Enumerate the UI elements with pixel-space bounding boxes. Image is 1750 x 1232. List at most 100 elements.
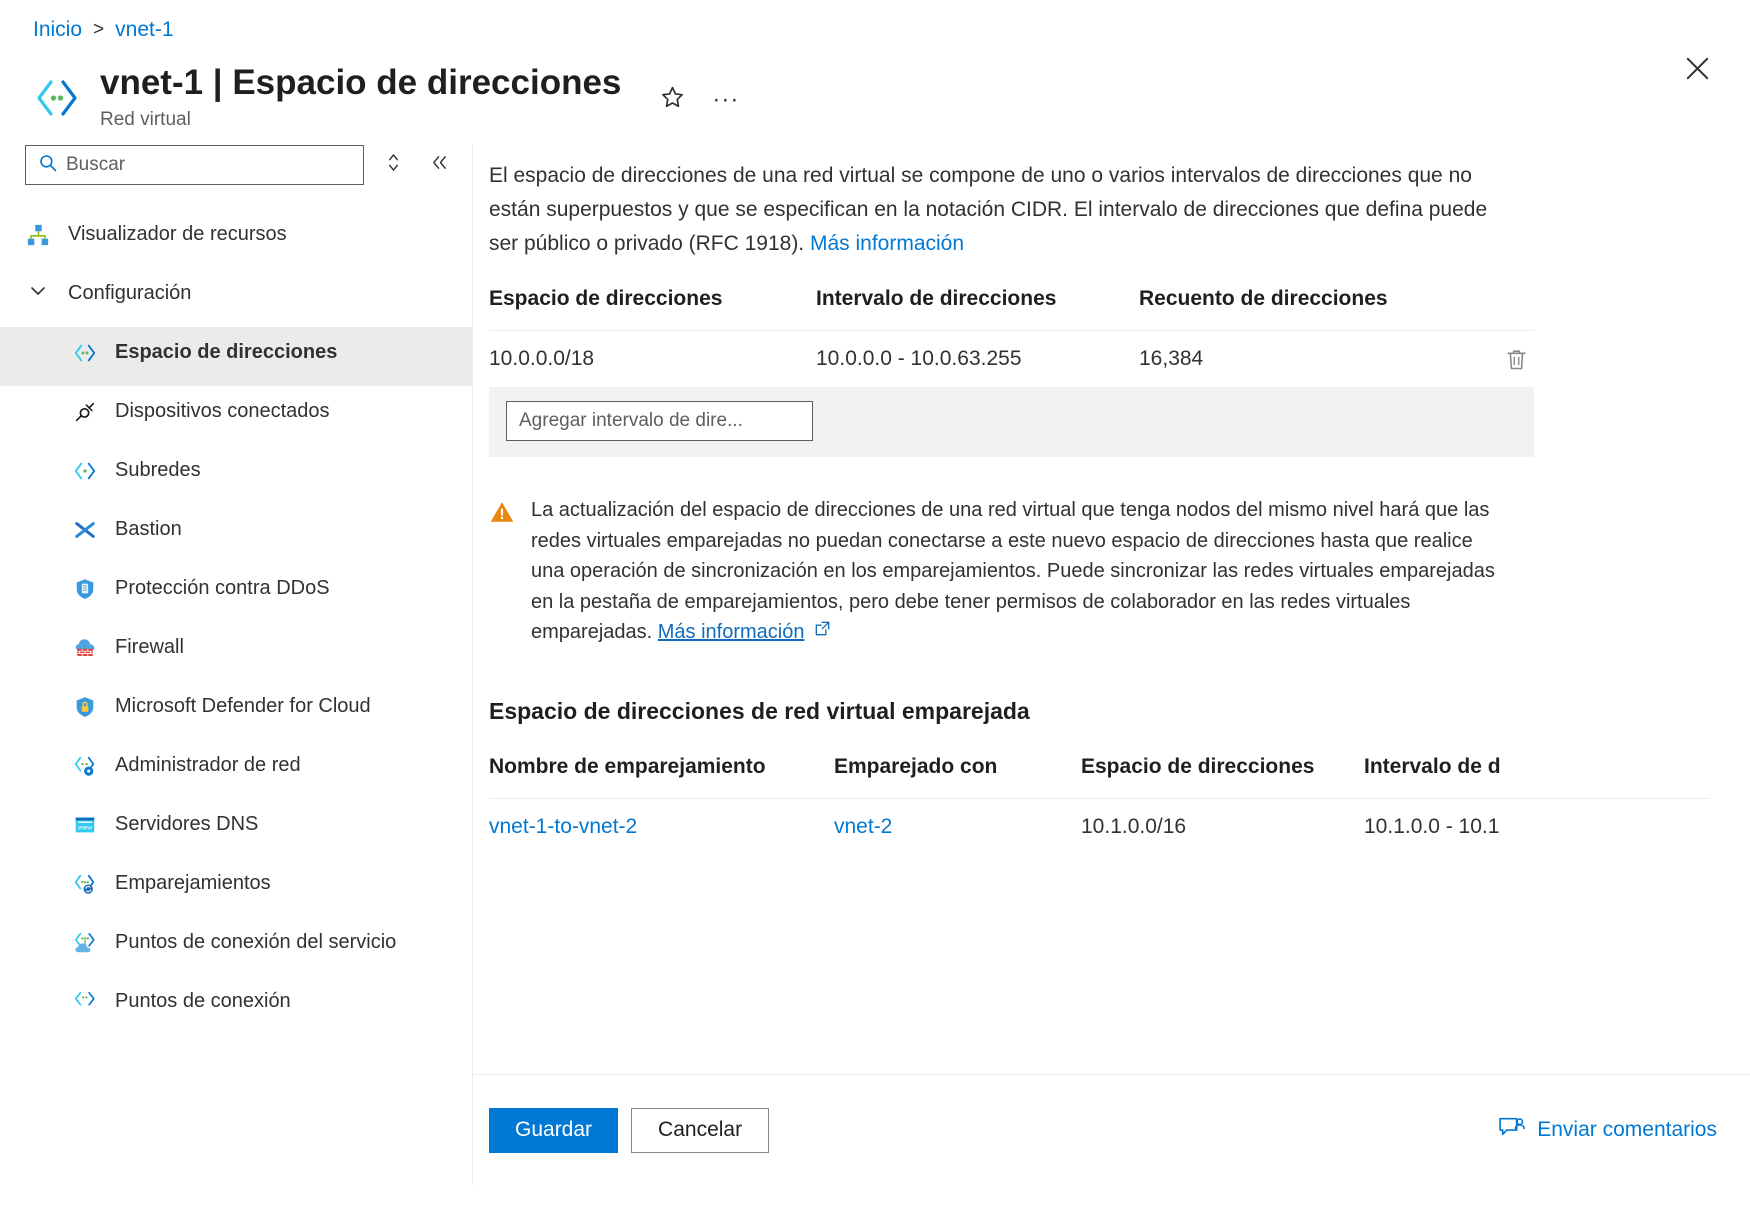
description-learn-more-link[interactable]: Más información xyxy=(810,232,964,255)
double-chevron-left-icon[interactable] xyxy=(423,147,456,184)
bastion-icon xyxy=(72,517,98,543)
subnets-icon xyxy=(72,458,98,484)
sidebar-item-label: Microsoft Defender for Cloud xyxy=(115,692,371,720)
column-header-peered-address-space: Espacio de direcciones xyxy=(1081,755,1364,779)
connected-devices-icon xyxy=(72,399,98,425)
column-header-address-space: Espacio de direcciones xyxy=(489,287,816,311)
address-space-table: Espacio de direcciones Intervalo de dire… xyxy=(489,287,1534,457)
sidebar-item-label: Visualizador de recursos xyxy=(68,220,287,248)
feedback-label: Enviar comentarios xyxy=(1537,1118,1717,1142)
sidebar-item-label: Puntos de conexión xyxy=(115,987,291,1015)
breadcrumb: Inicio > vnet-1 xyxy=(0,0,1750,42)
cell-address-count: 16,384 xyxy=(1139,347,1439,371)
column-header-actions xyxy=(1439,287,1534,311)
sidebar-item-label: Protección contra DDoS xyxy=(115,574,330,602)
sidebar-item-administrador-de-red[interactable]: Administrador de red xyxy=(0,740,472,799)
sidebar-item-label: Firewall xyxy=(115,633,184,661)
search-box[interactable] xyxy=(25,145,364,185)
address-space-description: El espacio de direcciones de una red vir… xyxy=(489,159,1499,261)
close-icon[interactable] xyxy=(1673,48,1722,95)
firewall-icon xyxy=(72,635,98,661)
sidebar-item-subredes[interactable]: Subredes xyxy=(0,445,472,504)
search-icon xyxy=(38,153,58,178)
page-subtitle: Red virtual xyxy=(100,109,621,131)
address-space-table-header: Espacio de direcciones Intervalo de dire… xyxy=(489,287,1534,330)
sidebar-item-label: Emparejamientos xyxy=(115,869,271,897)
cell-address-range: 10.0.0.0 - 10.0.63.255 xyxy=(816,347,1139,371)
cell-peering-name: vnet-1-to-vnet-2 xyxy=(489,815,834,839)
save-button[interactable]: Guardar xyxy=(489,1108,618,1153)
cancel-button[interactable]: Cancelar xyxy=(631,1108,769,1153)
peered-table-header: Nombre de emparejamiento Emparejado con … xyxy=(489,755,1710,798)
sidebar-item-firewall[interactable]: Firewall xyxy=(0,622,472,681)
column-header-address-range: Intervalo de direcciones xyxy=(816,287,1139,311)
cell-peered-address-range: 10.1.0.0 - 10.1 xyxy=(1364,815,1624,839)
column-header-peering-name: Nombre de emparejamiento xyxy=(489,755,834,779)
warning-learn-more-link[interactable]: Más información xyxy=(658,621,805,643)
body: Visualizador de recursos Configuración xyxy=(0,145,1750,1185)
column-header-peered-address-range: Intervalo de d xyxy=(1364,755,1624,779)
sidebar-item-microsoft-defender-for-cloud[interactable]: Microsoft Defender for Cloud xyxy=(0,681,472,740)
chevron-down-icon xyxy=(25,281,51,301)
sidebar-item-label: Espacio de direcciones xyxy=(115,338,337,366)
cell-peered-address-space: 10.1.0.0/16 xyxy=(1081,815,1364,839)
breadcrumb-separator: > xyxy=(93,19,104,41)
sidebar-item-emparejamientos[interactable]: Emparejamientos xyxy=(0,858,472,917)
sidebar-item-resource-visualizer[interactable]: Visualizador de recursos xyxy=(0,209,472,268)
main-content: El espacio de direcciones de una red vir… xyxy=(473,145,1750,1185)
star-icon[interactable] xyxy=(653,80,692,119)
action-bar: Guardar Cancelar Enviar comentarios xyxy=(473,1074,1750,1185)
svg-text:www: www xyxy=(77,825,92,832)
peered-with-link[interactable]: vnet-2 xyxy=(834,815,892,838)
sort-icon[interactable] xyxy=(378,146,409,185)
sidebar-item-proteccion-contra-ddos[interactable]: Protección contra DDoS xyxy=(0,563,472,622)
title-actions: ··· xyxy=(653,80,745,119)
breadcrumb-home-link[interactable]: Inicio xyxy=(33,18,82,42)
sidebar-item-bastion[interactable]: Bastion xyxy=(0,504,472,563)
sidebar-item-label: Administrador de red xyxy=(115,751,301,779)
ellipsis-icon[interactable]: ··· xyxy=(706,84,745,116)
add-address-range-row xyxy=(489,387,1534,457)
sidebar-nav-list: Visualizador de recursos Configuración xyxy=(0,209,472,1035)
page-title: vnet-1 | Espacio de direcciones xyxy=(100,62,621,103)
network-manager-icon xyxy=(72,753,98,779)
sidebar-item-espacio-de-direcciones[interactable]: Espacio de direcciones xyxy=(0,327,472,386)
search-input[interactable] xyxy=(66,154,363,176)
sidebar-item-label: Dispositivos conectados xyxy=(115,397,330,425)
cell-peered-with: vnet-2 xyxy=(834,815,1081,839)
main-inner: El espacio de direcciones de una red vir… xyxy=(473,145,1750,856)
peering-sync-warning: La actualización del espacio de direccio… xyxy=(489,495,1504,647)
service-endpoints-icon xyxy=(72,930,98,956)
virtual-network-icon xyxy=(33,74,81,122)
table-row: 10.0.0.0/18 10.0.0.0 - 10.0.63.255 16,38… xyxy=(489,330,1534,387)
add-address-range-input[interactable] xyxy=(506,401,813,441)
sidebar-group-label: Configuración xyxy=(68,279,191,307)
column-header-address-count: Recuento de direcciones xyxy=(1139,287,1439,311)
table-row: vnet-1-to-vnet-2 vnet-2 10.1.0.0/16 10.1… xyxy=(489,798,1710,856)
peerings-icon xyxy=(72,871,98,897)
sidebar-group-configuracion[interactable]: Configuración xyxy=(0,268,472,327)
sidebar-item-label: Bastion xyxy=(115,515,182,543)
sidebar: Visualizador de recursos Configuración xyxy=(0,145,473,1185)
address-space-icon xyxy=(72,340,98,366)
sidebar-item-puntos-de-conexion-del-servicio[interactable]: Puntos de conexión del servicio xyxy=(0,917,472,976)
warning-triangle-icon xyxy=(489,499,515,647)
defender-lock-shield-icon xyxy=(72,694,98,720)
sidebar-item-dispositivos-conectados[interactable]: Dispositivos conectados xyxy=(0,386,472,445)
feedback-icon xyxy=(1498,1115,1525,1146)
ddos-shield-icon xyxy=(72,576,98,602)
warning-text-block: La actualización del espacio de direccio… xyxy=(531,495,1504,647)
trash-icon[interactable] xyxy=(1499,342,1534,377)
private-endpoints-icon xyxy=(72,989,98,1015)
cell-actions xyxy=(1439,342,1534,377)
description-text: El espacio de direcciones de una red vir… xyxy=(489,164,1487,255)
breadcrumb-current-link[interactable]: vnet-1 xyxy=(115,18,173,42)
sidebar-item-servidores-dns[interactable]: www Servidores DNS xyxy=(0,799,472,858)
peering-name-link[interactable]: vnet-1-to-vnet-2 xyxy=(489,815,637,838)
sidebar-search-row xyxy=(0,145,472,185)
title-texts: vnet-1 | Espacio de direcciones Red virt… xyxy=(100,62,621,131)
sidebar-item-puntos-de-conexion[interactable]: Puntos de conexión xyxy=(0,976,472,1035)
peered-section-title: Espacio de direcciones de red virtual em… xyxy=(489,698,1710,725)
send-feedback-link[interactable]: Enviar comentarios xyxy=(1498,1115,1717,1146)
sidebar-item-label: Puntos de conexión del servicio xyxy=(115,928,396,956)
